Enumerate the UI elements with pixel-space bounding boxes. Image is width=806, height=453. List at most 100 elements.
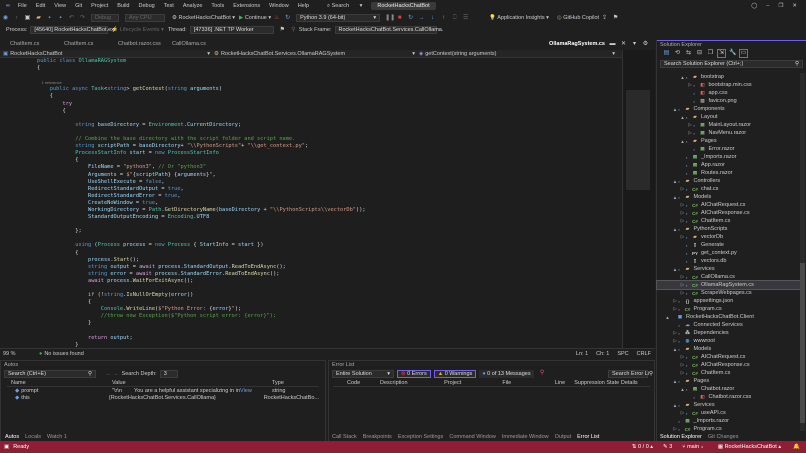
autos-row[interactable]: ◆ this {RocketHacksChatBot.Services.CallOl… [7,394,319,401]
tree-item[interactable]: ▪ ◧ app.css [657,89,800,97]
share-icon[interactable]: ⇪ [601,15,608,22]
collapsed-arrow-icon[interactable]: ▷ [679,290,686,296]
tab-watch-1[interactable]: Watch 1 [47,434,67,440]
collapsed-arrow-icon[interactable]: ▷ [679,234,686,240]
account-icon[interactable]: ◯ [751,3,757,9]
search-button[interactable]: ⌕ Search ▾ [327,3,362,10]
tree-item[interactable]: ▷ ▪ C# AIChatResponse.cs [657,361,800,369]
redo-icon[interactable]: ↷ [79,15,86,22]
startup-project-button[interactable]: ⚙ RocketHacksChatBot ▾ [172,15,235,21]
code-editor[interactable]: public class OllamaRAGSystem{ 1 referenc… [0,58,622,347]
tree-item[interactable]: ▷ ▪ ◍ wwwroot [657,337,800,345]
tree-item[interactable]: ▪ ☁ Connected Services [657,321,800,329]
expanded-arrow-icon[interactable]: ▲ [679,75,686,80]
errors-filter-button[interactable]: ⊗ 0 Errors [397,369,431,378]
comment-icon[interactable]: ☰ [462,15,469,22]
column-file[interactable]: File [502,380,554,386]
publish-status[interactable]: ⇅ 0 / 0 ▴ [632,444,653,450]
collapsed-arrow-icon[interactable]: ▷ [679,282,686,288]
application-insights-button[interactable]: 💡 Application Insights ▾ [489,15,549,21]
menu-window[interactable]: Window [269,3,289,9]
refresh-icon[interactable]: ↻ [284,15,291,22]
tree-item[interactable]: ▪ ▤ Error.razor [657,145,800,153]
expanded-arrow-icon[interactable]: ▲ [672,379,679,384]
collapse-all-icon[interactable]: ⊟ [696,50,703,57]
undo-icon[interactable]: ↶ [68,15,75,22]
tree-item[interactable]: ▪ ◧ Chatbot.razor.css [657,393,800,401]
error-search-input[interactable]: Search Error Li ⚲ [608,369,653,378]
tree-item[interactable]: ▲ ▪ ▰ Layout [657,113,800,121]
tree-item[interactable]: ▷ ▪ C# ScrapeWebpages.cs [657,289,800,297]
expanded-arrow-icon[interactable]: ▲ [672,179,679,184]
messages-filter-button[interactable]: ● 0 of 13 Messages [479,369,534,378]
tab-solution-explorer[interactable]: Solution Explorer [660,434,702,440]
github-copilot-button[interactable]: ◎ GitHub Copilot [557,15,599,21]
editor-minimap-scrollbar[interactable] [622,50,655,348]
column-name[interactable]: Name [7,380,112,386]
tree-item[interactable]: ▷ ▪ C# Program.cs [657,425,800,433]
forward-icon[interactable]: › [13,15,20,22]
tab-list-dropdown-icon[interactable]: ▾ [631,41,638,48]
switch-views-icon[interactable]: ▤ [663,50,670,57]
view-button[interactable]: View [240,388,272,394]
whitespace-indicator[interactable]: SPC [617,351,628,357]
collapsed-arrow-icon[interactable]: ▷ [672,330,679,336]
collapsed-arrow-icon[interactable]: ▷ [679,362,686,368]
open-folder-icon[interactable]: ▰ [35,15,42,22]
tree-item[interactable]: ▪ ▤ App.razor [657,161,800,169]
tab-git-changes[interactable]: Git Changes [708,434,739,440]
tree-item[interactable]: ▷ ▪ C# CallOllama.cs [657,273,800,281]
tree-item[interactable]: ▷ ▪ C# chat.cs [657,185,800,193]
tree-item[interactable]: ▷ ▪{} appsettings.json [657,297,800,305]
document-tab[interactable]: CallOllama.cs [162,39,216,49]
expanded-arrow-icon[interactable]: ▲ [679,387,686,392]
save-all-icon[interactable]: ▪ [57,15,64,22]
menu-tools[interactable]: Tools [211,3,224,9]
close-tab-icon[interactable]: ✕ [620,41,627,48]
expanded-arrow-icon[interactable]: ▲ [679,139,686,144]
git-filter-icon[interactable]: ⟲ [674,50,681,57]
minimap-viewport[interactable] [626,90,650,190]
save-icon[interactable]: ▪ [46,15,53,22]
column-code[interactable]: Code [347,380,380,386]
step-over-icon[interactable]: → [418,15,425,22]
hot-reload-icon[interactable]: ♨ [273,15,280,22]
line-ending-indicator[interactable]: CRLF [637,351,651,357]
collapsed-arrow-icon[interactable]: ▷ [679,370,686,376]
zoom-level[interactable]: 99 % [3,351,25,357]
repo-button[interactable]: ▦ RocketHacksChatBot ▴ [718,444,781,450]
code-view-icon[interactable]: ▭ [739,49,748,58]
platform-dropdown[interactable]: Any CPU [125,14,165,22]
tree-item[interactable]: ▲ ▪ ▰ Models [657,345,800,353]
tree-item[interactable]: ▷ ▪ ▰ vectorDb [657,233,800,241]
sync-icon[interactable]: ⇆ [685,50,692,57]
tab-ollamaragsystem[interactable]: OllamaRagSystem.cs ▬ ✕ ▾ ⚙ [547,39,651,49]
tree-item[interactable]: ▲ ▪ ▰ Pages [657,137,800,145]
stack-frame-dropdown[interactable]: RocketHacksChatBot.Services.CallOllama. [334,26,443,34]
expanded-arrow-icon[interactable]: ▲ [672,195,679,200]
tree-item[interactable]: ▲ ▪ ▰ Services [657,265,800,273]
tree-item[interactable]: ▷ ▪ C# AIChatResponse.cs [657,209,800,217]
tree-item[interactable]: ▷ ▪ ⁂ Dependencies [657,329,800,337]
tree-item[interactable]: ▷ ▪ ▤ NavMenu.razor [657,129,800,137]
tree-item[interactable]: ▷ ▪ C# ChatItem.cs [657,369,800,377]
collapsed-arrow-icon[interactable]: ▷ [672,338,679,344]
tree-item[interactable]: ▷ ▪ C# ChatItem.cs [657,217,800,225]
tree-item[interactable]: ▲ ▪ ▰ bootstrap [657,73,800,81]
tree-item[interactable]: ▲ ▪ ▰ Pages [657,377,800,385]
feedback-icon[interactable]: ⚑ [612,15,619,22]
tab-output[interactable]: Output [555,434,572,440]
menu-analyze[interactable]: Analyze [183,3,203,9]
python-environment-dropdown[interactable]: Python 3.9 (64-bit) ▾ [296,14,381,22]
changes-status[interactable]: ✎ 3 [663,444,672,450]
step-into-icon[interactable]: ↓ [429,15,436,22]
expanded-arrow-icon[interactable]: ▲ [664,315,671,320]
column-suppression-state[interactable]: Suppression State [574,380,621,386]
tree-item[interactable]: ▲ ▪ ▰ Models [657,193,800,201]
tree-item[interactable]: ▲ ▪ ▰ Components [657,105,800,113]
column-line[interactable]: Line [555,380,574,386]
continue-button[interactable]: ▶ Continue ▾ [239,15,271,21]
menu-git[interactable]: Git [75,3,82,9]
expanded-arrow-icon[interactable]: ▲ [672,107,679,112]
search-depth-dropdown[interactable]: 3 [159,369,178,378]
